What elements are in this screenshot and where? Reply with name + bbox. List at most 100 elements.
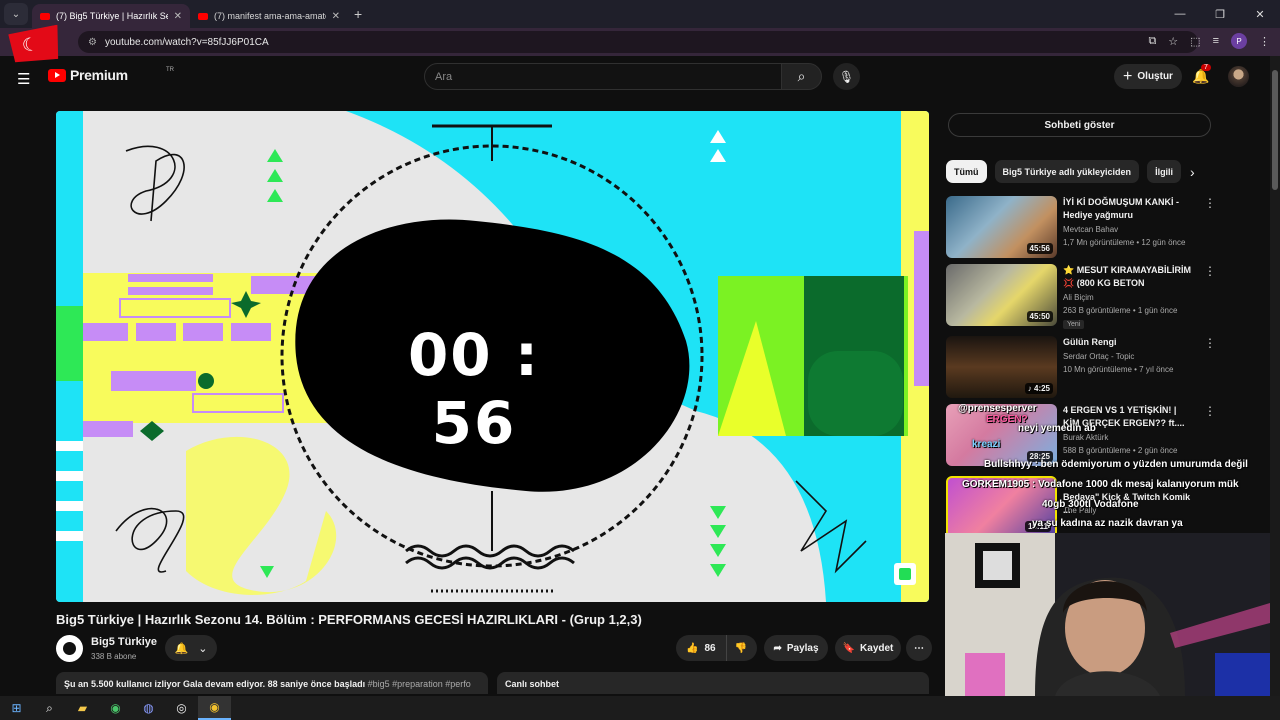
more-vertical-icon[interactable]: ⋮ [1204,196,1216,210]
address-bar[interactable]: ⚙ youtube.com/watch?v=85fJJ6P01CA [78,31,1198,53]
cast-icon[interactable]: ⧉ [1148,35,1156,48]
filter-chips: Tümü Big5 Türkiye adlı yükleyiciden İlgi… [946,160,1182,183]
browser-tab-bar: ⌄ (7) Big5 Türkiye | Hazırlık Sezonu ✕ (… [0,0,1280,28]
close-tab-icon[interactable]: ✕ [332,11,340,22]
dislike-button[interactable]: 👎 [725,635,755,661]
recommendation-channel[interactable]: Serdar Ortaç - Topic [1063,352,1134,361]
toolbar-icons: ⧉ ☆ ⬚ ≡ P ⋮ [1148,33,1270,49]
more-vertical-icon[interactable]: ⋮ [1204,404,1216,418]
subscription-bell-button[interactable]: 🔔 ⌄ [165,635,217,661]
chat-line: 40gb 300tl Vodafone [1042,499,1139,510]
url-text: youtube.com/watch?v=85fJJ6P01CA [104,36,269,48]
like-count: 86 [704,642,716,654]
chrome-icon[interactable]: ◉ [99,696,132,720]
obs-icon[interactable]: ◎ [165,696,198,720]
youtube-favicon-icon [198,12,208,20]
video-duration: 45:50 [1026,311,1053,322]
streamer-webcam [945,533,1270,696]
chat-line: ya şu kadına az nazik davran ya [1032,518,1183,529]
like-button[interactable]: 👍 86 [676,635,726,661]
chevron-right-icon[interactable]: › [1190,164,1195,180]
thumbs-up-icon: 👍 [686,642,699,654]
file-explorer-icon[interactable]: ▰ [66,696,99,720]
profile-avatar[interactable]: P [1231,33,1247,49]
recommendation-item[interactable]: 45:56 İYİ Kİ DOĞMUŞUM KANKİ - Hediye yağ… [946,196,1216,260]
thumbs-down-icon: 👎 [734,642,748,654]
recommendation-meta: 588 B görüntüleme • 2 gün önce [1063,446,1178,455]
plus-icon: + [1123,67,1133,85]
channel-avatar[interactable] [56,635,83,662]
recommendation-title[interactable]: Gülün Rengi [1063,336,1193,349]
video-thumbnail[interactable]: 45:50 [946,264,1057,326]
search-icon: ⌕ [797,68,806,84]
chat-line: neyi yemedin ab [1018,423,1096,434]
new-tab-button[interactable]: + [354,6,362,22]
notifications-button[interactable]: 🔔 7 [1192,64,1211,85]
more-actions-button[interactable]: ⋯ [906,635,932,661]
recommendation-title[interactable]: İYİ Kİ DOĞMUŞUM KANKİ - Hediye yağmuru [1063,196,1193,222]
recommendation-meta: 263 B görüntüleme • 1 gün önce [1063,306,1178,315]
create-label: Oluştur [1137,71,1173,82]
notification-badge: 7 [1201,64,1211,71]
timer-text: 00 : 56 [407,321,541,457]
bell-icon: 🔔 [174,642,189,655]
hamburger-menu-icon[interactable]: ☰ [17,70,30,88]
new-badge: Yeni [1063,320,1085,329]
share-label: Paylaş [786,642,819,654]
recommendation-item[interactable]: 45:50 ⭐ MESUT KIRAMAYABİLİRİM 💢 (800 KG … [946,264,1216,329]
extensions-icon[interactable]: ⬚ [1190,35,1200,48]
live-chat-label: Canlı sohbet [505,679,560,689]
more-vertical-icon[interactable]: ⋮ [1204,336,1216,350]
minimize-icon[interactable]: — [1160,0,1200,28]
close-tab-icon[interactable]: ✕ [174,11,182,22]
recommendation-channel[interactable]: Ali Biçim [1063,293,1094,302]
discord-icon[interactable]: ◍ [132,696,165,720]
recommendation-title[interactable]: ⭐ MESUT KIRAMAYABİLİRİM 💢 (800 KG BETON … [1063,264,1193,290]
search-button[interactable]: ⌕ [781,63,822,90]
save-button[interactable]: 🔖 Kaydet [835,635,901,661]
windows-taskbar: ⊞ ⌕ ▰ ◉ ◍ ◎ ◉ [0,696,1280,720]
tab-search-button[interactable]: ⌄ [4,3,28,25]
search-icon[interactable]: ⌕ [33,696,66,720]
recommendation-item[interactable]: ♪ 4:25 Gülün Rengi Serdar Ortaç - Topic … [946,336,1216,400]
chrome-active-icon[interactable]: ◉ [198,696,231,720]
voice-search-button[interactable]: 🎙 [833,63,860,90]
more-horizontal-icon: ⋯ [914,642,924,654]
youtube-favicon-icon [40,12,50,20]
share-icon: ➦ [773,642,782,654]
browser-tab[interactable]: (7) manifest ama-ama-amatör | ✕ [190,4,348,28]
more-menu-icon[interactable]: ⋮ [1259,35,1270,48]
youtube-header: ☰ Premium TR Ara ⌕ 🎙 + Oluştur 🔔 7 [0,56,1270,98]
description-box[interactable]: Şu an 5.500 kullanıcı izliyor Gala devam… [56,672,488,694]
chip-from-uploader[interactable]: Big5 Türkiye adlı yükleyiciden [994,160,1140,183]
site-info-icon[interactable]: ⚙ [88,37,97,48]
browser-tab-active[interactable]: (7) Big5 Türkiye | Hazırlık Sezonu ✕ [32,4,190,28]
youtube-logo[interactable]: Premium TR [48,67,174,83]
channel-name[interactable]: Big5 Türkiye [91,636,157,648]
close-window-icon[interactable]: ✕ [1240,0,1280,28]
video-thumbnail[interactable]: ♪ 4:25 [946,336,1057,398]
video-player[interactable]: 00 : 56 [56,111,929,602]
hashtags[interactable]: #big5 #preparation #perfo [368,679,471,689]
windows-start-icon[interactable]: ⊞ [0,696,33,720]
chip-related[interactable]: İlgili [1147,160,1182,183]
account-avatar[interactable] [1228,66,1249,87]
logo-text: Premium [70,67,128,83]
live-chat-panel[interactable]: Canlı sohbet [497,672,929,694]
video-duration: ♪ 4:25 [1024,383,1053,394]
video-thumbnail[interactable]: 45:56 [946,196,1057,258]
scrollbar-thumb[interactable] [1272,70,1278,190]
create-button[interactable]: + Oluştur [1114,64,1182,89]
bookmark-star-icon[interactable]: ☆ [1168,35,1178,48]
restore-icon[interactable]: ❐ [1200,0,1240,28]
recommendation-meta: 10 Mn görüntüleme • 7 yıl önce [1063,365,1174,374]
more-vertical-icon[interactable]: ⋮ [1204,264,1216,278]
video-title: Big5 Türkiye | Hazırlık Sezonu 14. Bölüm… [56,612,642,627]
page-scrollbar[interactable] [1270,56,1280,696]
search-input[interactable]: Ara [424,63,782,90]
reading-list-icon[interactable]: ≡ [1213,35,1219,47]
chip-all[interactable]: Tümü [946,160,987,183]
recommendation-channel[interactable]: Mevtcan Bahav [1063,225,1118,234]
share-button[interactable]: ➦ Paylaş [764,635,828,661]
show-chat-button[interactable]: Sohbeti göster [948,113,1211,137]
